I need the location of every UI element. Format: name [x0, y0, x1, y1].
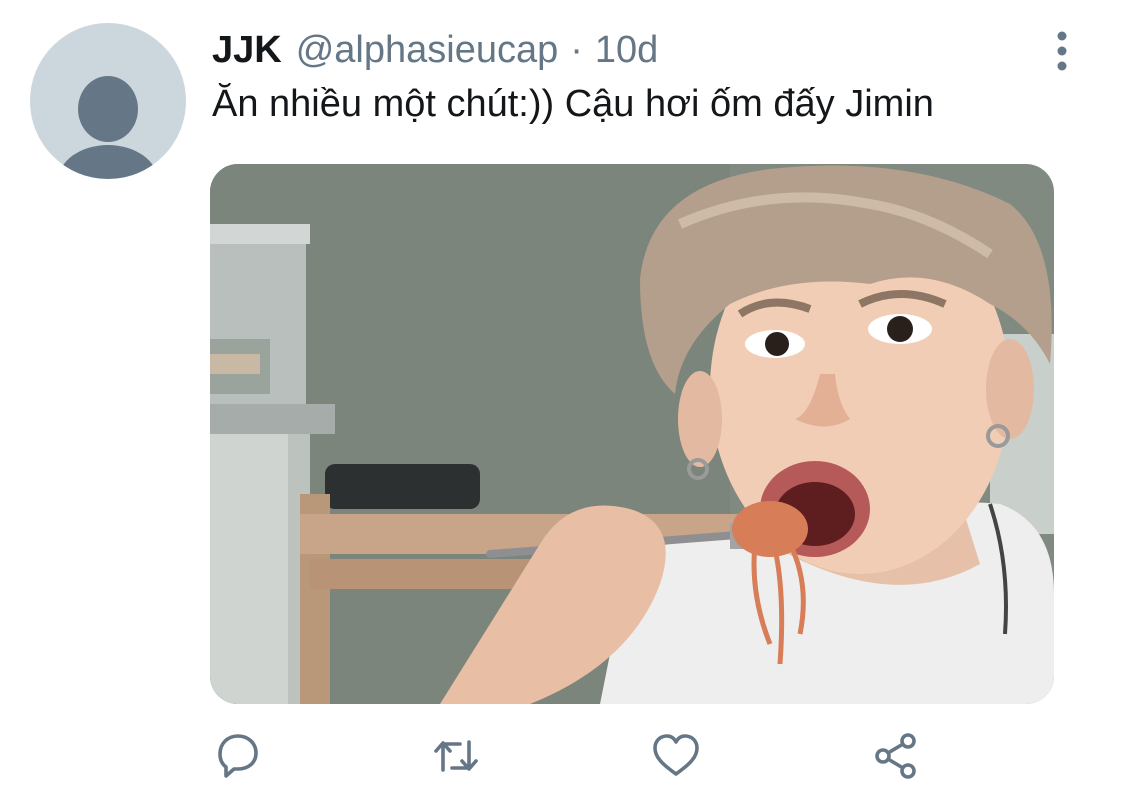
retweet-icon — [434, 740, 478, 772]
more-vertical-icon — [1057, 31, 1067, 71]
tweet: JJK @alphasieucap · 10d Ăn nhiều một chú… — [0, 0, 1125, 800]
more-options-button[interactable] — [1042, 28, 1082, 74]
tweet-timestamp[interactable]: 10d — [595, 29, 658, 72]
share-icon — [875, 733, 916, 779]
author-handle[interactable]: @alphasieucap — [296, 29, 559, 72]
author-display-name[interactable]: JJK — [212, 29, 282, 72]
tweet-media-photo[interactable] — [210, 164, 1054, 704]
avatar[interactable] — [30, 23, 186, 179]
retweet-button[interactable] — [430, 730, 482, 782]
header-separator: · — [570, 28, 583, 71]
reply-button[interactable] — [212, 730, 264, 782]
reply-icon — [218, 734, 258, 778]
tweet-header: JJK @alphasieucap · 10d — [212, 26, 658, 74]
tweet-text: Ăn nhiều một chút:)) Cậu hơi ốm đấy Jimi… — [212, 83, 934, 125]
heart-icon — [653, 734, 699, 776]
share-button[interactable] — [870, 730, 922, 782]
default-profile-icon — [58, 76, 158, 179]
photo-person-eating-noodles — [210, 164, 1054, 704]
like-button[interactable] — [650, 730, 702, 782]
